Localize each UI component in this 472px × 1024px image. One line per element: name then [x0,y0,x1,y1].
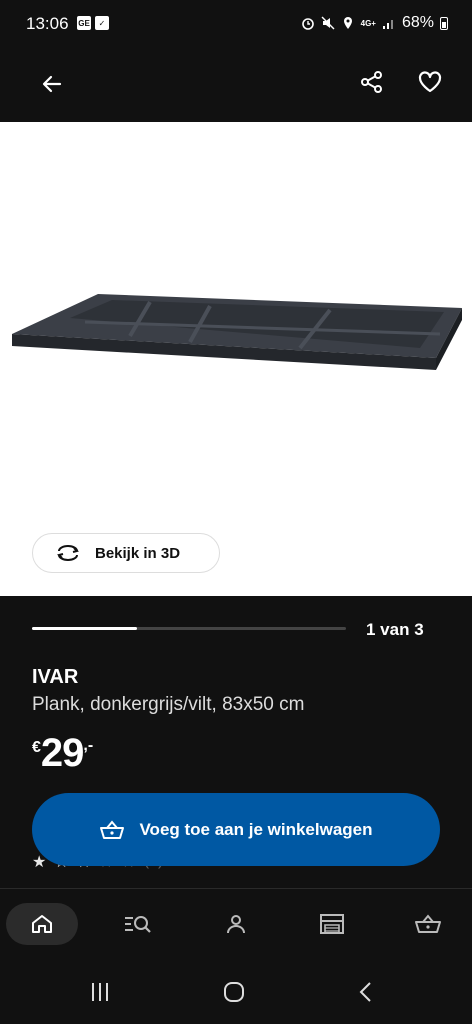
price-suffix: ,- [83,737,94,754]
home-circle-icon [224,982,244,1002]
gallery-progress [32,627,346,630]
store-icon [320,914,344,934]
search-list-icon [125,916,151,933]
share-icon [361,71,382,93]
product-price: € 29 ,- [32,733,93,773]
back-system-button[interactable] [346,977,386,1007]
nav-search[interactable] [102,903,174,945]
view-3d-label: Bekijk in 3D [95,544,181,562]
battery-percent: 68% [401,14,434,31]
back-button[interactable] [30,62,74,106]
rotate-3d-icon [57,545,79,561]
gallery-progress-fill [32,627,137,630]
price-currency: € [32,739,41,756]
location-icon [343,17,352,29]
gallery-counter: 1 van 3 [366,620,424,639]
basket-icon [415,914,441,933]
mute-icon [321,16,335,30]
recent-apps-button[interactable] [80,977,120,1007]
alarm-icon [301,18,314,30]
view-3d-button[interactable]: Bekijk in 3D [32,533,220,573]
person-icon [227,915,245,934]
nav-home[interactable] [6,903,78,945]
favourite-button[interactable] [408,60,452,104]
status-time: 13:06 [26,14,69,33]
product-image-gallery[interactable]: Bekijk in 3D [0,122,472,596]
product-image [12,294,462,370]
status-bar: 13:06 GE ✓ 4G+ 68% [0,0,472,48]
system-navigation [0,959,472,1024]
notification-ge-icon: GE [77,16,91,30]
home-system-button[interactable] [214,977,254,1007]
share-button[interactable] [350,60,394,104]
add-to-cart-label: Voeg toe aan je winkelwagen [139,819,373,839]
home-icon [32,915,52,933]
nav-basket[interactable] [392,903,464,945]
heart-icon [418,71,442,93]
add-to-cart-button[interactable]: Voeg toe aan je winkelwagen [32,793,440,866]
price-value: 29 [40,731,84,775]
arrow-left-icon [42,75,62,93]
bottom-nav [0,889,472,959]
recent-apps-icon [92,983,108,1001]
product-brand: IVAR [32,666,79,688]
network-type: 4G+ [360,18,376,28]
app-bar [0,48,472,122]
product-description: Plank, donkergrijs/vilt, 83x50 cm [32,694,305,715]
chevron-left-icon [359,982,371,1002]
nav-account[interactable] [200,903,272,945]
signal-icon [382,20,393,29]
notification-check-icon: ✓ [95,16,109,30]
battery-icon [440,16,448,30]
nav-store[interactable] [296,903,368,945]
basket-icon [100,819,125,839]
